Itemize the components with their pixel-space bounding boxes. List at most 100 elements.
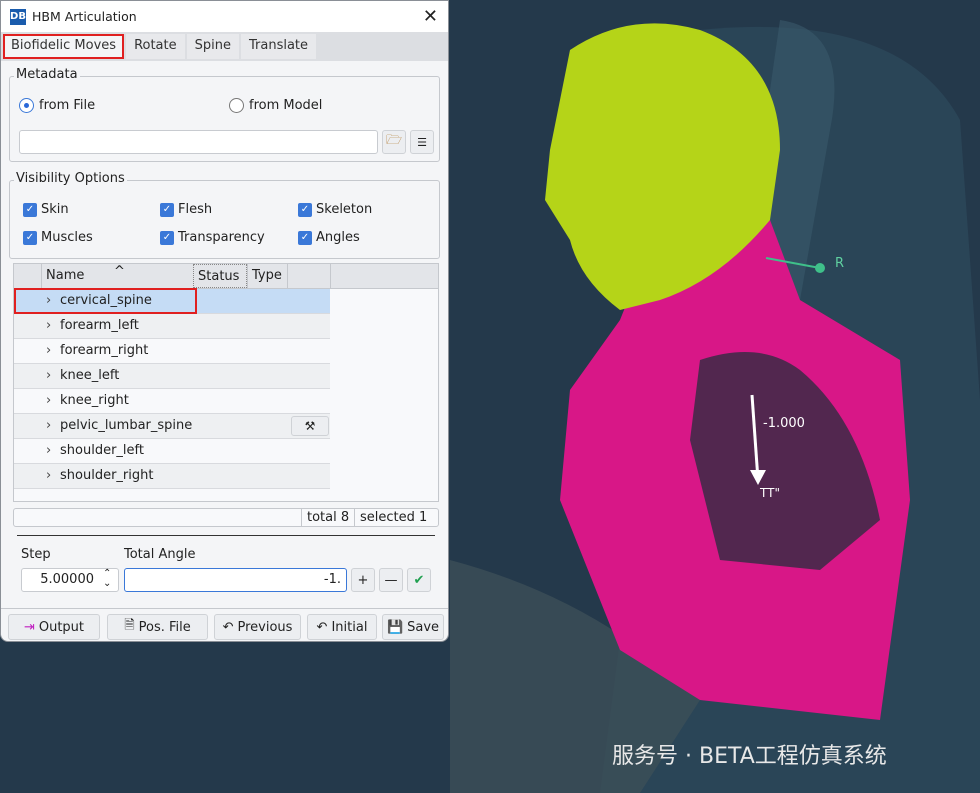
marker-label: TT" [760,486,780,500]
spin-arrows-icon[interactable]: ⌃ ⌄ [103,569,111,589]
step-label: Step [21,547,51,562]
total-angle-label: Total Angle [124,547,196,562]
column-type[interactable]: Type [247,264,287,288]
from-model-radio[interactable]: from Model [229,98,322,113]
plus-icon: + [357,572,369,588]
footer-divider [1,608,448,609]
pos-file-label: Pos. File [138,619,191,635]
chevron-right-icon: › [46,468,52,483]
watermark: 服务号 · BETA工程仿真系统 [612,744,887,769]
output-label: Output [38,619,85,635]
tab-translate[interactable]: Translate [240,34,317,59]
checkmark-icon: ✔ [413,572,425,588]
check-icon: ✓ [160,230,174,245]
tools-icon: ⚒ [304,419,316,433]
tab-biofidelic-moves[interactable]: Biofidelic Moves [3,34,125,59]
muscles-label: Muscles [41,230,93,245]
tab-rotate[interactable]: Rotate [126,34,185,59]
skeleton-label: Skeleton [316,202,373,217]
chevron-right-icon: › [46,443,52,458]
column-name[interactable]: Name ^ [41,264,193,288]
skin-checkbox[interactable]: ✓ Skin [23,202,69,217]
open-folder-button[interactable]: 🗁 [382,130,406,154]
previous-label: Previous [237,619,293,635]
table-row[interactable]: › knee_right [14,389,330,414]
status-bar: total 8 selected 1 [13,508,439,527]
save-icon: 💾 [386,619,404,635]
from-file-radio[interactable]: from File [19,98,95,113]
check-icon: ✓ [298,230,312,245]
metadata-label: Metadata [14,67,80,82]
radio-unchecked-icon [229,98,244,113]
flesh-label: Flesh [178,202,213,217]
minus-icon: — [384,572,398,588]
file-path-input[interactable] [19,130,378,154]
tools-button[interactable]: ⚒ [291,416,329,436]
app-logo-icon: DB [10,8,26,25]
chevron-right-icon: › [46,393,52,408]
check-icon: ✓ [23,202,37,217]
table-row[interactable]: › shoulder_right [14,464,330,489]
initial-button[interactable]: ↶ Initial [307,614,377,640]
export-icon: ⇥ [23,619,35,635]
increment-button[interactable]: + [351,568,375,592]
window-title: HBM Articulation [32,9,137,24]
column-filler [330,264,440,288]
muscles-checkbox[interactable]: ✓ Muscles [23,230,93,245]
chevron-right-icon: › [46,343,52,358]
chevron-right-icon: › [46,418,52,433]
flesh-checkbox[interactable]: ✓ Flesh [160,202,212,217]
hbm-articulation-dialog: DB HBM Articulation ✕ Biofidelic Moves R… [0,0,449,642]
tab-bar: Biofidelic Moves Rotate Spine Translate [1,32,448,61]
table-row[interactable]: › cervical_spine [14,288,330,314]
joints-table: Name ^ Status Type › cervical_spine › forea… [13,263,439,502]
pick-from-list-button[interactable]: ☰ [410,130,434,154]
check-icon: ✓ [23,230,37,245]
axis-label: R [835,256,845,271]
table-header: Name ^ Status Type [14,264,438,289]
initial-label: Initial [331,619,368,635]
row-name: pelvic_lumbar_spine [60,418,193,433]
total-angle-input[interactable]: -1. [124,568,347,592]
table-row[interactable]: › forearm_right [14,339,330,364]
row-name: knee_right [60,393,129,408]
radio-checked-icon [19,98,34,113]
visibility-group: Visibility Options ✓ Skin ✓ Flesh ✓ Skeleto… [9,171,440,259]
close-icon[interactable]: ✕ [423,6,438,27]
undo-icon: ↶ [316,619,328,635]
angle-label: -1.000 [763,416,805,431]
undo-icon: ↶ [222,619,234,635]
divider [17,535,435,536]
apply-button[interactable]: ✔ [407,568,431,592]
row-name: forearm_right [60,343,149,358]
skin-label: Skin [41,202,69,217]
previous-button[interactable]: ↶ Previous [214,614,301,640]
selected-count: selected 1 [354,509,427,526]
transparency-checkbox[interactable]: ✓ Transparency [160,230,265,245]
visibility-label: Visibility Options [14,171,127,186]
document-icon: 🗎 [124,618,135,633]
highlight-box [14,288,197,314]
pos-file-button[interactable]: 🗎 Pos. File [107,614,208,640]
row-name: knee_left [60,368,120,383]
angles-checkbox[interactable]: ✓ Angles [298,230,360,245]
total-count: total 8 [301,509,349,526]
output-button[interactable]: ⇥ Output [8,614,100,640]
table-row[interactable]: › forearm_left [14,314,330,339]
table-row[interactable]: › shoulder_left [14,439,330,464]
column-status[interactable]: Status [193,264,247,288]
save-label: Save [407,619,440,635]
save-button[interactable]: 💾 Save [382,614,444,640]
table-row[interactable]: › knee_left [14,364,330,389]
folder-icon: 🗁 [385,133,403,148]
decrement-button[interactable]: — [379,568,403,592]
column-extra [287,264,330,288]
table-row[interactable]: › pelvic_lumbar_spine ⚒ [14,414,330,439]
sort-ascending-icon: ^ [114,264,125,279]
metadata-group: Metadata from File from Model 🗁 ☰ [9,67,440,162]
list-pick-icon: ☰ [417,135,427,149]
row-name: shoulder_left [60,443,144,458]
from-model-label: from Model [249,98,323,113]
skeleton-checkbox[interactable]: ✓ Skeleton [298,202,372,217]
tab-spine[interactable]: Spine [186,34,239,59]
